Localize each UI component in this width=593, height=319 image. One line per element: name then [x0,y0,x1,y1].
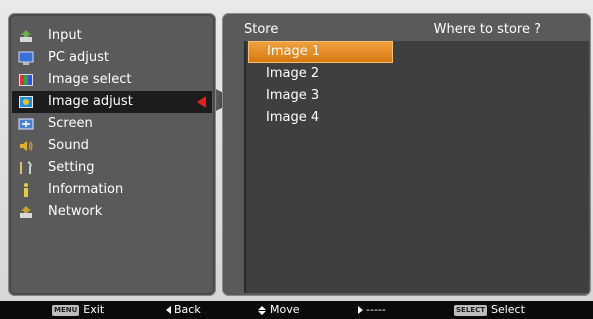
sound-icon [18,138,34,154]
store-slot-image-2[interactable]: Image 2 [248,63,393,85]
menu-item-label: Information [48,182,124,197]
menu-key-icon: MENU [52,304,80,316]
back-hint: Back [166,301,201,319]
pc-adjust-icon [18,50,34,66]
menu-item-label: Input [48,28,82,43]
move-hint: Move [258,301,300,319]
input-icon [18,28,34,44]
active-indicator-icon [197,96,206,108]
menu-item-label: Image select [48,72,132,87]
select-hint: SELECT Select [454,301,525,319]
store-panel: Store Where to store ? Image 1 Image 2 I… [222,13,591,296]
select-key-icon: SELECT [454,304,487,316]
menu-item-label: Setting [48,160,95,175]
menu-item-label: Screen [48,116,93,131]
menu-item-screen[interactable]: Screen [8,113,216,135]
store-slot-image-3[interactable]: Image 3 [248,85,393,107]
panel-hint: Where to store ? [433,22,541,37]
osd-menu-screen: Input PC adjust Image select Image adjus… [0,0,593,319]
left-arrow-icon [166,306,171,314]
menu-item-label: Sound [48,138,89,153]
menu-item-information[interactable]: Information [8,179,216,201]
screen-icon [18,116,34,132]
panel-title: Store [244,22,279,37]
information-icon [18,182,34,198]
menu-item-image-adjust[interactable]: Image adjust [12,91,212,113]
menu-item-image-select[interactable]: Image select [8,69,216,91]
move-label: Move [270,303,300,316]
menu-item-sound[interactable]: Sound [8,135,216,157]
key-guide-bar: MENU Exit Back Move ----- SELECT Select [0,301,593,319]
image-select-icon [18,72,34,88]
menu-item-label: PC adjust [48,50,109,65]
menu-item-pc-adjust[interactable]: PC adjust [8,47,216,69]
menu-item-network[interactable]: Network [8,201,216,223]
menu-item-input[interactable]: Input [8,25,216,47]
network-icon [18,204,34,220]
menu-item-label: Image adjust [48,94,133,109]
main-menu-panel: Input PC adjust Image select Image adjus… [8,13,216,296]
store-slot-list: Image 1 Image 2 Image 3 Image 4 [244,41,589,293]
exit-hint: MENU Exit [52,301,104,319]
exit-label: Exit [83,303,105,316]
select-label: Select [490,303,525,316]
right-label: ----- [366,303,386,316]
menu-item-setting[interactable]: Setting [8,157,216,179]
right-hint: ----- [358,301,386,319]
image-adjust-icon [18,94,34,110]
store-slot-image-4[interactable]: Image 4 [248,107,393,129]
main-menu-list: Input PC adjust Image select Image adjus… [8,25,216,223]
right-arrow-icon [358,306,363,314]
store-slot-image-1[interactable]: Image 1 [248,41,393,63]
up-down-arrow-icon [258,305,266,315]
back-label: Back [174,303,201,316]
menu-item-label: Network [48,204,103,219]
setting-icon [18,160,34,176]
panel-header: Store Where to store ? [222,13,591,41]
